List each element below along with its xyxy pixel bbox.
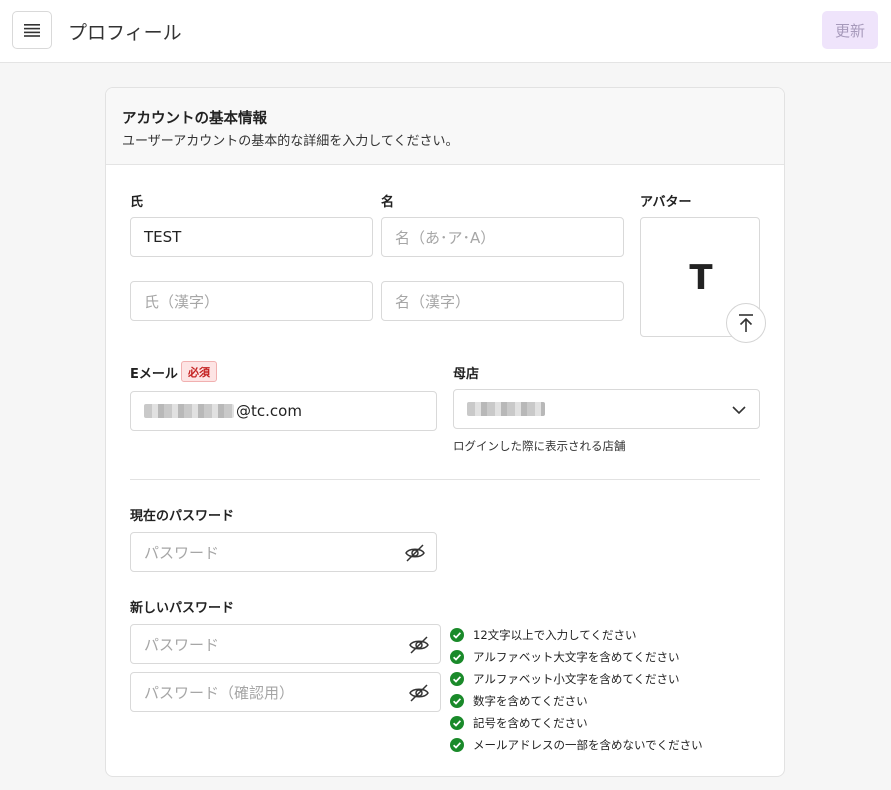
update-button[interactable]: 更新 xyxy=(822,11,878,49)
redacted-store-name xyxy=(467,402,545,416)
home-store-label: 母店 xyxy=(453,367,480,382)
home-store-select[interactable] xyxy=(453,389,760,429)
first-name-input[interactable]: 名（あ･ア･A） xyxy=(381,217,624,257)
page-title: プロフィール xyxy=(68,22,182,44)
card-title: アカウントの基本情報 xyxy=(122,111,267,127)
email-input[interactable]: @tc.com xyxy=(130,391,437,431)
menu-button[interactable] xyxy=(12,11,52,49)
current-password-input[interactable]: パスワード xyxy=(130,532,437,572)
eye-off-icon[interactable] xyxy=(404,542,426,564)
check-circle-icon xyxy=(450,694,464,708)
rule-text: 記号を含めてください xyxy=(473,716,588,730)
last-name-input[interactable]: TEST xyxy=(130,217,373,257)
email-domain: @tc.com xyxy=(236,402,302,420)
last-name-kanji-placeholder: 氏（漢字） xyxy=(144,292,220,311)
first-name-kanji-placeholder: 名（漢字） xyxy=(395,292,471,311)
rule-text: メールアドレスの一部を含めないでください xyxy=(473,738,703,752)
last-name-value: TEST xyxy=(144,228,182,246)
list-item: 数字を含めてください xyxy=(450,690,770,712)
rule-text: アルファベット大文字を含めてください xyxy=(473,650,680,664)
eye-off-icon[interactable] xyxy=(408,682,430,704)
list-item: 12文字以上で入力してください xyxy=(450,624,770,646)
check-circle-icon xyxy=(450,716,464,730)
card-subtitle: ユーザーアカウントの基本的な詳細を入力してください。 xyxy=(122,134,459,149)
first-name-label: 名 xyxy=(381,195,395,210)
new-password-input[interactable]: パスワード xyxy=(130,624,441,664)
avatar-upload-button[interactable] xyxy=(726,303,766,343)
eye-off-icon[interactable] xyxy=(408,634,430,656)
confirm-password-input[interactable]: パスワード（確認用） xyxy=(130,672,441,712)
app-header: プロフィール 更新 xyxy=(0,0,891,63)
last-name-kanji-input[interactable]: 氏（漢字） xyxy=(130,281,373,321)
list-item: アルファベット大文字を含めてください xyxy=(450,646,770,668)
check-circle-icon xyxy=(450,738,464,752)
current-password-placeholder: パスワード xyxy=(144,543,220,562)
check-circle-icon xyxy=(450,628,464,642)
check-circle-icon xyxy=(450,650,464,664)
list-item: 記号を含めてください xyxy=(450,712,770,734)
rule-text: 12文字以上で入力してください xyxy=(473,628,637,642)
new-password-placeholder: パスワード xyxy=(144,635,220,654)
email-label: Eメール xyxy=(130,367,178,382)
home-store-hint: ログインした際に表示される店舗 xyxy=(453,439,626,453)
required-badge: 必須 xyxy=(181,361,217,382)
section-divider xyxy=(130,479,760,480)
redacted-email-user xyxy=(144,404,234,418)
list-item: アルファベット小文字を含めてください xyxy=(450,668,770,690)
last-name-label: 氏 xyxy=(130,195,144,210)
check-circle-icon xyxy=(450,672,464,686)
password-rules-list: 12文字以上で入力してください アルファベット大文字を含めてください アルファベ… xyxy=(450,624,770,756)
hamburger-menu-icon xyxy=(24,24,40,37)
avatar-label: アバター xyxy=(640,195,692,210)
card-header: アカウントの基本情報 ユーザーアカウントの基本的な詳細を入力してください。 xyxy=(106,88,784,165)
new-password-label: 新しいパスワード xyxy=(130,601,235,616)
avatar-letter: T xyxy=(689,258,713,298)
first-name-placeholder: 名（あ･ア･A） xyxy=(395,228,496,247)
current-password-label: 現在のパスワード xyxy=(130,509,235,524)
upload-icon xyxy=(739,314,753,332)
list-item: メールアドレスの一部を含めないでください xyxy=(450,734,770,756)
first-name-kanji-input[interactable]: 名（漢字） xyxy=(381,281,624,321)
rule-text: アルファベット小文字を含めてください xyxy=(473,672,680,686)
confirm-password-placeholder: パスワード（確認用） xyxy=(144,683,295,702)
chevron-down-icon xyxy=(732,406,746,415)
rule-text: 数字を含めてください xyxy=(473,694,588,708)
